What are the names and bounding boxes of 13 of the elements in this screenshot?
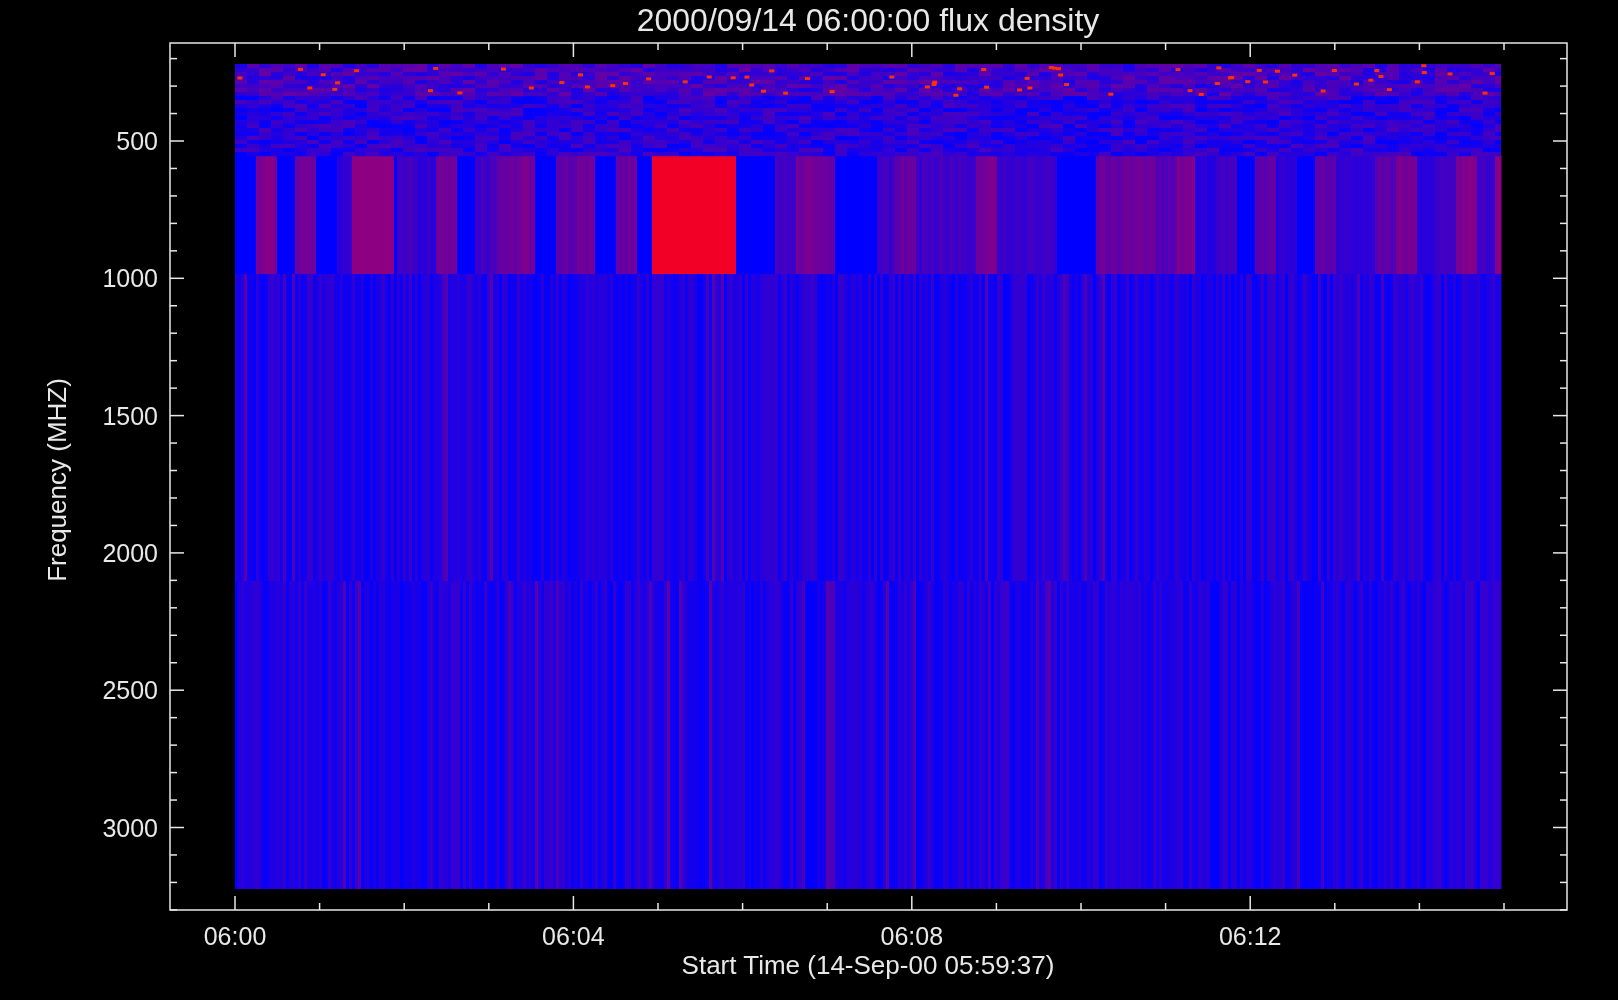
y-axis-label: Frequency (MHZ)	[42, 378, 72, 582]
x-tick-label: 06:00	[203, 922, 267, 950]
x-tick-label: 06:08	[880, 922, 944, 950]
plot-title: 2000/09/14 06:00:00 flux density	[636, 2, 1100, 38]
y-tick-label: 2000	[102, 538, 158, 567]
y-tick-label: 2500	[102, 676, 158, 705]
y-tick-label: 3000	[102, 813, 158, 842]
x-axis-label: Start Time (14-Sep-00 05:59:37)	[681, 950, 1055, 980]
y-tick-label: 1500	[102, 401, 158, 430]
y-tick-label: 500	[116, 127, 158, 155]
x-tick-label: 06:12	[1218, 922, 1282, 950]
y-tick-label: 1000	[102, 264, 158, 293]
x-tick-label: 06:04	[542, 922, 605, 950]
